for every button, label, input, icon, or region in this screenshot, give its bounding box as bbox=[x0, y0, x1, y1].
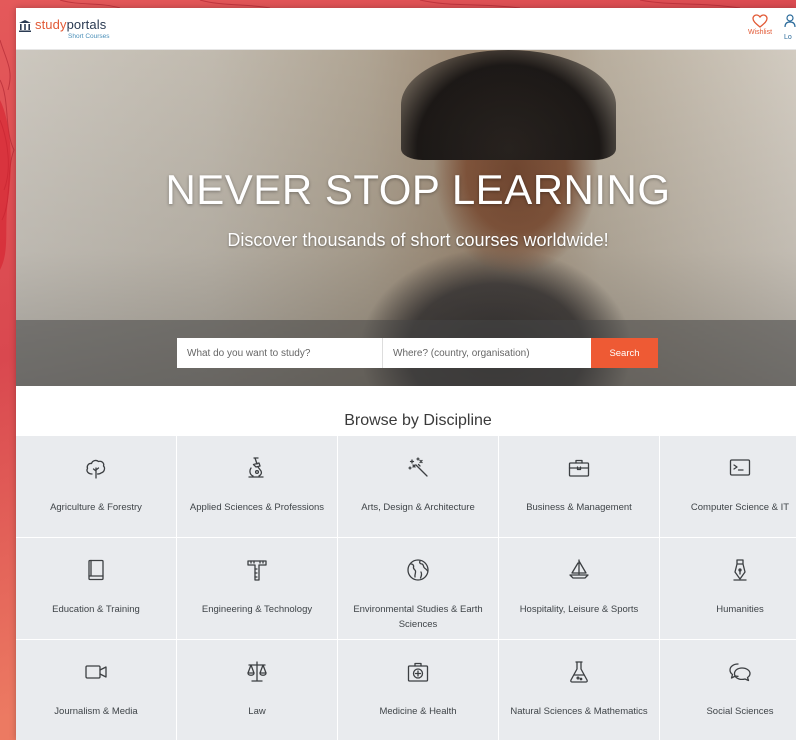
logo-portals: portals bbox=[66, 17, 107, 32]
discipline-label: Social Sciences bbox=[706, 706, 774, 717]
book-icon bbox=[88, 559, 104, 581]
discipline-label: Engineering & Technology bbox=[201, 604, 313, 615]
search-where-input[interactable] bbox=[383, 338, 591, 368]
discipline-label: Journalism & Media bbox=[54, 706, 138, 717]
flask-icon bbox=[570, 661, 588, 683]
wishlist-label: Wishlist bbox=[747, 29, 773, 36]
globe-icon bbox=[407, 559, 429, 581]
search-what-input[interactable] bbox=[177, 338, 383, 368]
discipline-grid: Agriculture & Forestry Applied Sciences … bbox=[16, 436, 796, 740]
first-aid-kit-icon bbox=[407, 662, 429, 682]
discipline-law[interactable]: Law bbox=[177, 640, 337, 740]
logo-study: study bbox=[35, 17, 67, 32]
wishlist-button[interactable]: Wishlist bbox=[744, 14, 776, 36]
discipline-label: Applied Sciences & Professions bbox=[189, 502, 325, 513]
fountain-pen-icon bbox=[733, 559, 747, 581]
discipline-label: Humanities bbox=[716, 604, 764, 615]
discipline-arts-design[interactable]: Arts, Design & Architecture bbox=[338, 436, 498, 537]
logo-subtitle: Short Courses bbox=[68, 33, 110, 40]
building-icon bbox=[19, 20, 31, 32]
discipline-label: Natural Sciences & Mathematics bbox=[510, 706, 648, 717]
browser-frame: studyportals Short Courses Wishlist Lo N… bbox=[16, 8, 796, 740]
discipline-environmental-studies[interactable]: Environmental Studies & Earth Sciences bbox=[338, 538, 498, 639]
briefcase-icon bbox=[568, 459, 590, 477]
discipline-journalism-media[interactable]: Journalism & Media bbox=[16, 640, 176, 740]
discipline-label: Business & Management bbox=[526, 502, 632, 513]
terminal-icon bbox=[729, 459, 751, 476]
discipline-education-training[interactable]: Education & Training bbox=[16, 538, 176, 639]
heart-icon bbox=[752, 14, 768, 28]
video-camera-icon bbox=[85, 665, 107, 679]
studyportals-logo[interactable]: studyportals Short Courses bbox=[18, 18, 110, 40]
user-icon bbox=[784, 14, 796, 28]
magic-wand-icon bbox=[408, 457, 428, 477]
tree-icon bbox=[86, 459, 106, 479]
t-square-icon bbox=[247, 560, 267, 581]
discipline-social-sciences[interactable]: Social Sciences bbox=[660, 640, 796, 740]
discipline-label: Hospitality, Leisure & Sports bbox=[519, 604, 639, 615]
discipline-label: Arts, Design & Architecture bbox=[361, 502, 475, 513]
login-button[interactable]: Lo bbox=[784, 14, 796, 41]
scales-icon bbox=[247, 661, 267, 682]
login-label: Lo bbox=[784, 34, 792, 41]
discipline-label: Education & Training bbox=[52, 604, 140, 615]
discipline-applied-sciences[interactable]: Applied Sciences & Professions bbox=[177, 436, 337, 537]
hero-subtitle: Discover thousands of short courses worl… bbox=[227, 230, 609, 250]
hero-title: NEVER STOP LEARNING bbox=[165, 166, 671, 213]
site-header: studyportals Short Courses Wishlist Lo bbox=[16, 8, 796, 50]
discipline-natural-sciences[interactable]: Natural Sciences & Mathematics bbox=[499, 640, 659, 740]
discipline-hospitality-leisure[interactable]: Hospitality, Leisure & Sports bbox=[499, 538, 659, 639]
browse-title: Browse by Discipline bbox=[344, 412, 492, 429]
discipline-label: Medicine & Health bbox=[379, 706, 457, 717]
logo-text: studyportals bbox=[35, 18, 106, 32]
discipline-label: Agriculture & Forestry bbox=[50, 502, 142, 513]
discipline-engineering-technology[interactable]: Engineering & Technology bbox=[177, 538, 337, 639]
discipline-humanities[interactable]: Humanities bbox=[660, 538, 796, 639]
microscope-icon bbox=[248, 457, 264, 478]
discipline-label: Environmental Studies & Earth Sciences bbox=[353, 604, 483, 630]
search-button[interactable]: Search bbox=[591, 338, 658, 368]
discipline-computer-science[interactable]: Computer Science & IT bbox=[660, 436, 796, 537]
discipline-agriculture-forestry[interactable]: Agriculture & Forestry bbox=[16, 436, 176, 537]
speech-bubbles-icon bbox=[729, 663, 751, 682]
discipline-medicine-health[interactable]: Medicine & Health bbox=[338, 640, 498, 740]
sailboat-icon bbox=[569, 559, 589, 579]
discipline-label: Computer Science & IT bbox=[690, 502, 790, 513]
discipline-business-management[interactable]: Business & Management bbox=[499, 436, 659, 537]
discipline-label: Law bbox=[248, 706, 266, 717]
